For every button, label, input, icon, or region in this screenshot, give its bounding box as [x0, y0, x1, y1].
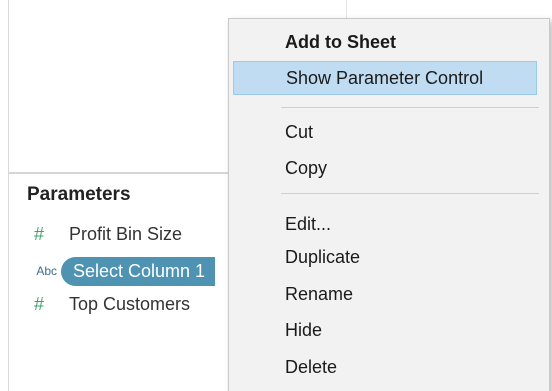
- menu-separator: [281, 107, 539, 108]
- tableau-workspace: Parameters # Profit Bin Size Abc Select …: [0, 0, 552, 391]
- number-type-icon: #: [33, 293, 44, 314]
- menu-item-rename[interactable]: Rename: [233, 277, 537, 311]
- parameter-label: Select Column 1: [61, 256, 216, 286]
- menu-item-show-parameter-control[interactable]: Show Parameter Control: [233, 61, 537, 95]
- menu-separator: [281, 193, 539, 194]
- context-menu: Add to Sheet Show Parameter Control Cut …: [228, 18, 550, 391]
- menu-item-hide[interactable]: Hide: [233, 313, 537, 347]
- menu-item-edit[interactable]: Edit...: [233, 207, 537, 241]
- parameter-item-top-customers[interactable]: # Top Customers: [9, 288, 190, 320]
- menu-item-cut[interactable]: Cut: [233, 115, 537, 149]
- menu-item-delete[interactable]: Delete: [233, 350, 537, 384]
- parameter-label: Profit Bin Size: [69, 223, 183, 244]
- parameters-heading: Parameters: [27, 184, 131, 205]
- string-type-icon: Abc: [36, 264, 57, 278]
- parameter-label: Top Customers: [69, 293, 191, 314]
- number-type-icon: #: [33, 223, 44, 244]
- parameter-item-select-column-1[interactable]: Abc Select Column 1: [9, 255, 216, 287]
- menu-item-add-to-sheet[interactable]: Add to Sheet: [233, 25, 537, 59]
- menu-item-duplicate[interactable]: Duplicate: [233, 240, 537, 274]
- menu-item-copy[interactable]: Copy: [233, 151, 537, 185]
- parameter-item-profit-bin-size[interactable]: # Profit Bin Size: [9, 218, 182, 250]
